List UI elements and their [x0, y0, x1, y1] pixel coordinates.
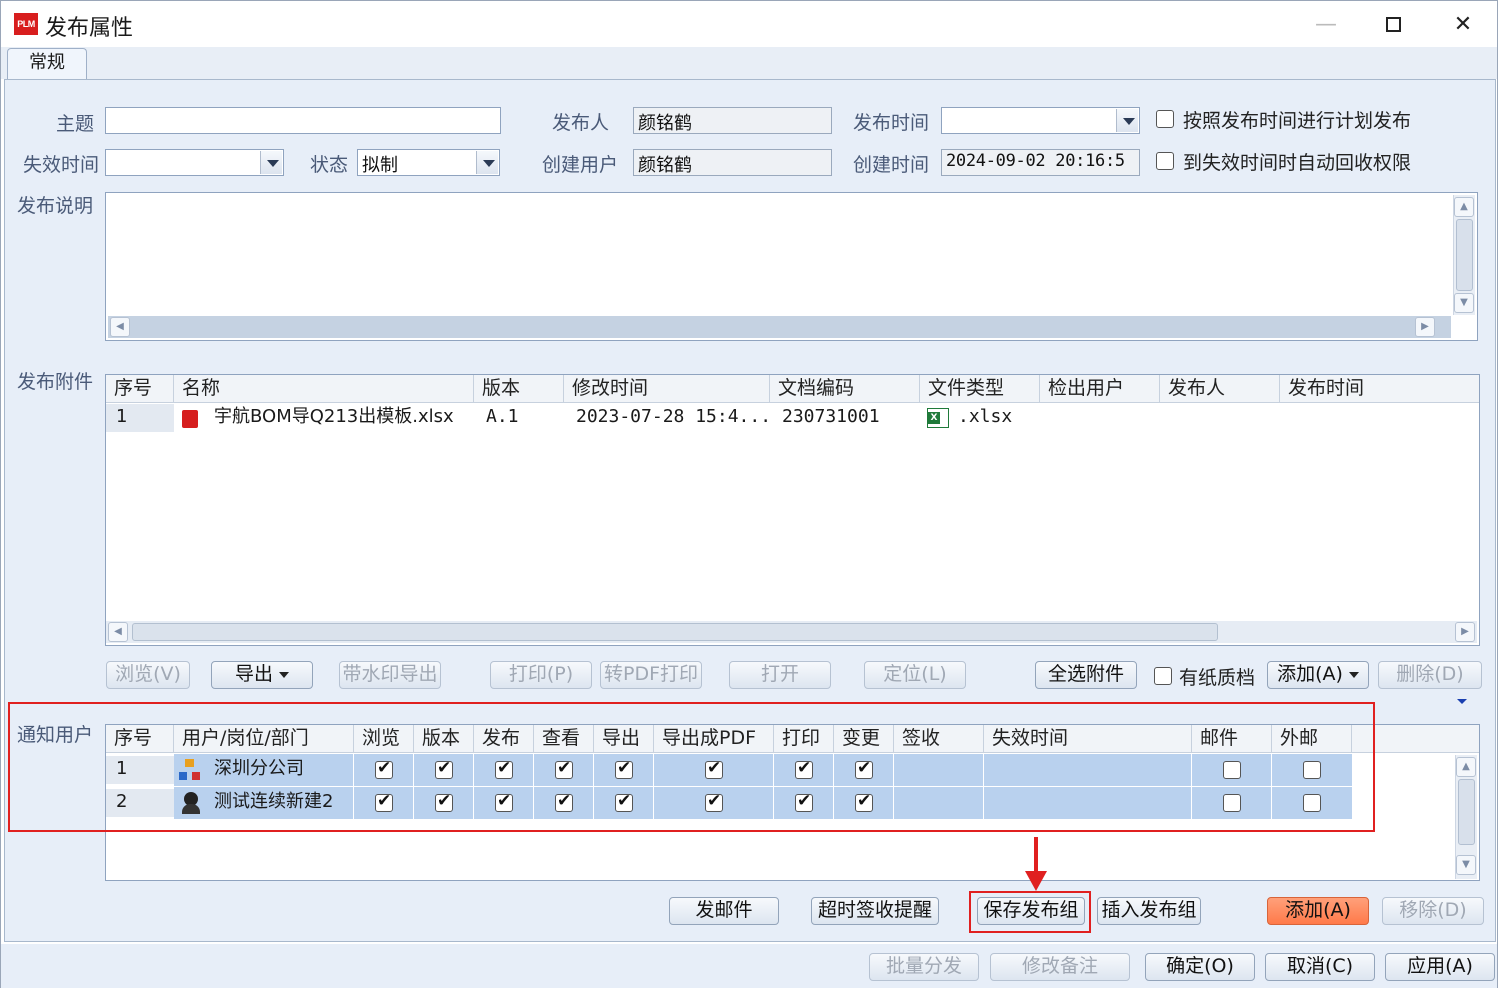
scroll-thumb[interactable]: [1458, 779, 1475, 845]
schedule-publish-label: 按照发布时间进行计划发布: [1183, 110, 1412, 132]
subject-input[interactable]: [105, 107, 501, 134]
remove-user-button[interactable]: 移除(D): [1382, 897, 1484, 925]
auto-revoke-label: 到失效时间时自动回收权限: [1183, 152, 1412, 174]
col-header[interactable]: 发布时间: [1280, 375, 1479, 403]
close-button[interactable]: ✕: [1428, 1, 1498, 47]
scroll-left-icon[interactable]: ◀: [110, 317, 130, 337]
col-header[interactable]: 文件类型: [920, 375, 1040, 403]
title-bar: PLM 发布属性 — ✕: [1, 1, 1497, 47]
maximize-button[interactable]: [1358, 1, 1428, 47]
description-label: 发布说明: [17, 195, 94, 217]
locate-button[interactable]: 定位(L): [864, 661, 966, 689]
attachments-hscrollbar[interactable]: ◀ ▶: [106, 621, 1477, 643]
col-header[interactable]: 检出用户: [1040, 375, 1160, 403]
description-textarea[interactable]: ▲ ▼ ◀ ▶: [105, 192, 1478, 341]
browse-button[interactable]: 浏览(V): [106, 661, 190, 689]
add-user-button[interactable]: 添加(A): [1267, 897, 1369, 925]
excel-icon: X: [927, 408, 949, 428]
pdf-red-icon: [182, 410, 198, 428]
window-title: 发布属性: [45, 16, 134, 41]
add-attachment-dropdown-button[interactable]: 添加(A): [1267, 661, 1369, 689]
print-button[interactable]: 打印(P): [490, 661, 592, 689]
chevron-down-icon: [260, 151, 282, 174]
file-name: 宇航BOM导Q213出模板.xlsx: [214, 406, 454, 427]
timeout-remind-button[interactable]: 超时签收提醒: [811, 897, 939, 925]
ok-button[interactable]: 确定(O): [1145, 953, 1255, 981]
chevron-down-icon: [1348, 671, 1359, 678]
scroll-up-icon[interactable]: ▲: [1456, 757, 1476, 777]
status-label: 状态: [310, 154, 349, 176]
attachments-header: 序号 名称 版本 修改时间 文档编码 文件类型 检出用户 发布人 发布时间: [106, 375, 1479, 403]
delete-attachment-button[interactable]: 删除(D): [1378, 661, 1482, 689]
scroll-thumb[interactable]: [1456, 219, 1473, 291]
maximize-icon: [1385, 16, 1401, 32]
creator-label: 创建用户: [542, 154, 619, 176]
publish-time-label: 发布时间: [853, 112, 930, 134]
tab-strip: [1, 47, 1497, 79]
chevron-down-icon: [476, 151, 498, 174]
attachments-table: 序号 名称 版本 修改时间 文档编码 文件类型 检出用户 发布人 发布时间 1 …: [105, 374, 1480, 646]
create-time-label: 创建时间: [853, 154, 930, 176]
cancel-button[interactable]: 取消(C): [1265, 953, 1375, 981]
creator-field: 颜铭鹤: [633, 149, 832, 176]
edit-note-button[interactable]: 修改备注: [990, 953, 1130, 981]
watermark-export-button[interactable]: 带水印导出: [339, 661, 441, 689]
file-modified: 2023-07-28 15:4...: [576, 406, 770, 427]
file-version: A.1: [486, 406, 519, 427]
expire-time-label: 失效时间: [23, 154, 100, 176]
arrow-annotation-icon: [1025, 837, 1047, 891]
auto-revoke-checkbox[interactable]: [1156, 152, 1174, 170]
expand-indicator-icon[interactable]: [1457, 699, 1467, 704]
select-all-attachments-button[interactable]: 全选附件: [1035, 661, 1137, 689]
tab-general[interactable]: 常规: [7, 48, 87, 80]
publish-properties-window: PLM 发布属性 — ✕ 常规 主题 发布人 颜铭鹤 发布时间 按照发布时间进行…: [0, 0, 1498, 988]
expire-time-dropdown[interactable]: [105, 149, 284, 176]
file-type: .xlsx: [958, 406, 1013, 427]
batch-distribute-button[interactable]: 批量分发: [869, 953, 979, 981]
subject-label: 主题: [56, 113, 95, 135]
col-header[interactable]: 名称: [174, 375, 474, 403]
scroll-left-icon[interactable]: ◀: [108, 622, 128, 642]
schedule-publish-checkbox[interactable]: [1156, 110, 1174, 128]
apply-button[interactable]: 应用(A): [1385, 953, 1495, 981]
notify-users-highlight: [8, 702, 1375, 832]
col-header[interactable]: 版本: [474, 375, 564, 403]
chevron-down-icon: [279, 671, 289, 678]
scroll-up-icon[interactable]: ▲: [1454, 197, 1474, 217]
create-time-field: 2024-09-02 20:16:5: [941, 149, 1140, 176]
col-header[interactable]: 序号: [106, 375, 174, 403]
scroll-right-icon[interactable]: ▶: [1455, 622, 1475, 642]
paper-archive-checkbox[interactable]: [1154, 667, 1172, 685]
publisher-field: 颜铭鹤: [633, 107, 832, 134]
status-dropdown[interactable]: 拟制: [357, 149, 500, 176]
scroll-down-icon[interactable]: ▼: [1454, 293, 1474, 313]
publisher-label: 发布人: [552, 112, 610, 134]
plm-logo-icon: PLM: [14, 13, 38, 35]
minimize-button[interactable]: —: [1291, 1, 1361, 47]
col-header[interactable]: 文档编码: [770, 375, 920, 403]
insert-publish-group-button[interactable]: 插入发布组: [1097, 897, 1201, 925]
open-button[interactable]: 打开: [729, 661, 831, 689]
description-vscrollbar[interactable]: ▲ ▼: [1453, 195, 1475, 315]
save-group-highlight: [969, 891, 1091, 933]
notify-vscrollbar[interactable]: ▲ ▼: [1455, 755, 1477, 879]
pdf-print-button[interactable]: 转PDF打印: [600, 661, 702, 689]
attachments-label: 发布附件: [17, 371, 94, 393]
export-dropdown-button[interactable]: 导出: [211, 661, 313, 689]
paper-archive-label: 有纸质档: [1179, 667, 1256, 689]
scroll-right-icon[interactable]: ▶: [1415, 317, 1435, 337]
file-code: 230731001: [782, 406, 880, 427]
col-header[interactable]: 发布人: [1160, 375, 1280, 403]
send-mail-button[interactable]: 发邮件: [669, 897, 779, 925]
publish-time-dropdown[interactable]: [941, 107, 1140, 134]
scroll-down-icon[interactable]: ▼: [1456, 855, 1476, 875]
chevron-down-icon: [1116, 109, 1138, 132]
row-number: 1: [106, 404, 174, 432]
description-hscrollbar[interactable]: ◀ ▶: [108, 316, 1451, 338]
col-header[interactable]: 修改时间: [564, 375, 770, 403]
scroll-thumb[interactable]: [132, 623, 1218, 641]
